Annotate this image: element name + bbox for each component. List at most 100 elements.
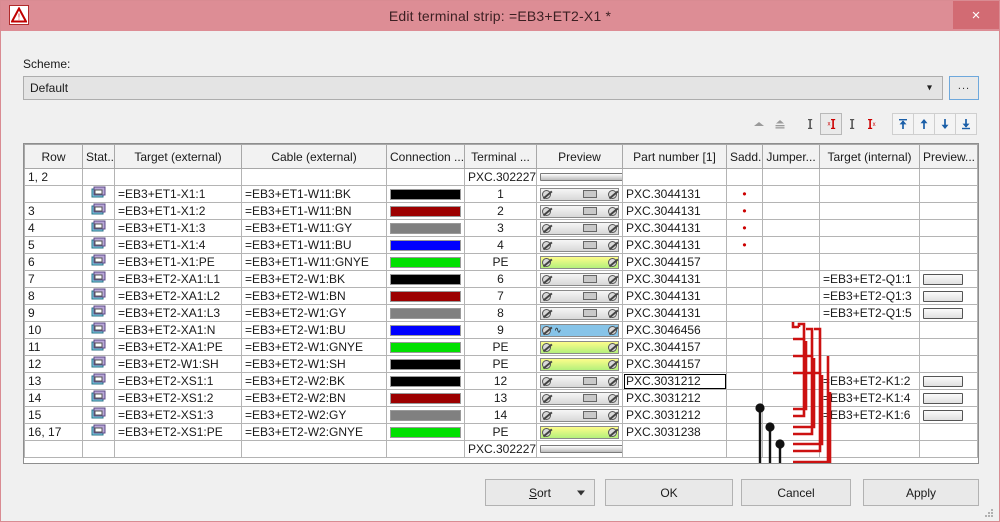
terminal-preview[interactable] (540, 409, 619, 422)
cell-terminal[interactable]: 3 (465, 220, 537, 237)
cell-cable_external[interactable]: =EB3+ET1-W11:GNYE (242, 254, 387, 271)
insert-column-left-button[interactable] (799, 113, 821, 135)
cell-row[interactable]: 16, 17 (25, 424, 83, 441)
cell-part_number[interactable]: PXC.3046456 (623, 322, 727, 339)
cell-jumper[interactable] (763, 186, 820, 203)
cell-jumper[interactable] (763, 271, 820, 288)
close-button[interactable]: × (953, 1, 999, 29)
cell-jumper[interactable] (763, 339, 820, 356)
cell-row[interactable]: 5 (25, 237, 83, 254)
cell-terminal[interactable]: 6 (465, 271, 537, 288)
table-row[interactable]: 5=EB3+ET1-X1:4=EB3+ET1-W11:BU4PXC.304413… (25, 237, 978, 254)
cell-target_external[interactable]: =EB3+ET1-X1:2 (115, 203, 242, 220)
cell-saddle[interactable] (727, 169, 763, 186)
cell-cable_external[interactable]: =EB3+ET2-W1:BU (242, 322, 387, 339)
column-header-target_external[interactable]: Target (external) (115, 145, 242, 169)
cell-status[interactable] (83, 169, 115, 186)
cell-preview2[interactable] (920, 186, 978, 203)
cell-connection[interactable] (387, 305, 465, 322)
cell-target_internal[interactable] (820, 339, 920, 356)
cell-preview[interactable] (537, 169, 623, 186)
cell-row[interactable]: 15 (25, 407, 83, 424)
cell-preview[interactable] (537, 203, 623, 220)
move-to-bottom-button[interactable] (955, 113, 977, 135)
cell-jumper[interactable] (763, 390, 820, 407)
cell-target_internal[interactable] (820, 186, 920, 203)
cell-saddle[interactable]: • (727, 237, 763, 254)
cell-jumper[interactable] (763, 373, 820, 390)
table-row[interactable]: 3=EB3+ET1-X1:2=EB3+ET1-W11:BN2PXC.304413… (25, 203, 978, 220)
cell-saddle[interactable]: • (727, 220, 763, 237)
cell-preview[interactable]: ∿ (537, 322, 623, 339)
cell-part_number[interactable]: PXC.3044131 (623, 271, 727, 288)
cell-row[interactable]: 12 (25, 356, 83, 373)
cell-part_number[interactable]: PXC.3031212 (623, 373, 727, 390)
terminal-strip-grid[interactable]: RowStat...Target (external)Cable (extern… (23, 143, 979, 464)
cancel-button[interactable]: Cancel (741, 479, 851, 506)
cell-preview2[interactable] (920, 220, 978, 237)
cell-preview2[interactable] (920, 203, 978, 220)
cell-connection[interactable] (387, 424, 465, 441)
cell-cable_external[interactable]: =EB3+ET2-W2:GY (242, 407, 387, 424)
cell-part_number[interactable]: PXC.3044131 (623, 305, 727, 322)
table-row[interactable]: 11=EB3+ET2-XA1:PE=EB3+ET2-W1:GNYEPEPXC.3… (25, 339, 978, 356)
cell-row[interactable]: 13 (25, 373, 83, 390)
cell-status[interactable] (83, 271, 115, 288)
cell-target_external[interactable]: =EB3+ET2-XA1:L3 (115, 305, 242, 322)
cell-status[interactable] (83, 390, 115, 407)
cell-preview[interactable] (537, 254, 623, 271)
cell-preview[interactable] (537, 356, 623, 373)
table-row[interactable]: 13=EB3+ET2-XS1:1=EB3+ET2-W2:BK12PXC.3031… (25, 373, 978, 390)
table-row[interactable]: =EB3+ET1-X1:1=EB3+ET1-W11:BK1PXC.3044131… (25, 186, 978, 203)
column-header-preview[interactable]: Preview (537, 145, 623, 169)
table-row[interactable]: 16, 17=EB3+ET2-XS1:PE=EB3+ET2-W2:GNYEPEP… (25, 424, 978, 441)
cell-row[interactable]: 7 (25, 271, 83, 288)
cell-status[interactable] (83, 407, 115, 424)
table-row[interactable]: 8=EB3+ET2-XA1:L2=EB3+ET2-W1:BN7PXC.30441… (25, 288, 978, 305)
cell-cable_external[interactable]: =EB3+ET2-W2:BN (242, 390, 387, 407)
cell-preview[interactable] (537, 305, 623, 322)
cell-status[interactable] (83, 186, 115, 203)
cell-target_internal[interactable]: =EB3+ET2-Q1:5 (820, 305, 920, 322)
cell-terminal[interactable]: 8 (465, 305, 537, 322)
table-row[interactable]: 1, 2PXC.3022276 (25, 169, 978, 186)
cell-target_external[interactable] (115, 441, 242, 458)
cell-preview2[interactable] (920, 305, 978, 322)
cell-preview[interactable] (537, 390, 623, 407)
cell-part_number[interactable]: PXC.3044131 (623, 203, 727, 220)
cell-row[interactable]: 3 (25, 203, 83, 220)
cell-target_external[interactable]: =EB3+ET2-XA1:L1 (115, 271, 242, 288)
cell-preview[interactable] (537, 424, 623, 441)
cell-target_internal[interactable] (820, 203, 920, 220)
cell-row[interactable]: 1, 2 (25, 169, 83, 186)
cell-part_number[interactable]: PXC.3044157 (623, 339, 727, 356)
cell-target_internal[interactable]: =EB3+ET2-K1:6 (820, 407, 920, 424)
table-row[interactable]: 9=EB3+ET2-XA1:L3=EB3+ET2-W1:GY8PXC.30441… (25, 305, 978, 322)
cell-preview[interactable] (537, 237, 623, 254)
cell-preview[interactable] (537, 186, 623, 203)
cell-preview[interactable] (537, 441, 623, 458)
cell-part_number[interactable] (623, 169, 727, 186)
cell-jumper[interactable] (763, 356, 820, 373)
cell-connection[interactable] (387, 220, 465, 237)
cell-preview2[interactable] (920, 237, 978, 254)
scheme-select[interactable]: Default ▾ (23, 76, 943, 100)
terminal-preview[interactable] (540, 256, 619, 269)
cell-terminal[interactable]: 4 (465, 237, 537, 254)
cell-target_external[interactable]: =EB3+ET1-X1:3 (115, 220, 242, 237)
cell-target_internal[interactable]: =EB3+ET2-Q1:3 (820, 288, 920, 305)
move-down-button[interactable] (934, 113, 956, 135)
cell-connection[interactable] (387, 356, 465, 373)
cell-cable_external[interactable]: =EB3+ET2-W1:BK (242, 271, 387, 288)
cell-preview[interactable] (537, 271, 623, 288)
cell-jumper[interactable] (763, 305, 820, 322)
terminal-preview[interactable]: ∿ (540, 324, 619, 337)
cell-cable_external[interactable]: =EB3+ET2-W1:GY (242, 305, 387, 322)
table-row[interactable]: 14=EB3+ET2-XS1:2=EB3+ET2-W2:BN13PXC.3031… (25, 390, 978, 407)
cell-preview[interactable] (537, 373, 623, 390)
cell-preview2[interactable] (920, 356, 978, 373)
cell-target_internal[interactable] (820, 322, 920, 339)
cell-target_external[interactable]: =EB3+ET2-XA1:N (115, 322, 242, 339)
cell-target_internal[interactable] (820, 237, 920, 254)
cell-part_number[interactable]: PXC.3044131 (623, 237, 727, 254)
